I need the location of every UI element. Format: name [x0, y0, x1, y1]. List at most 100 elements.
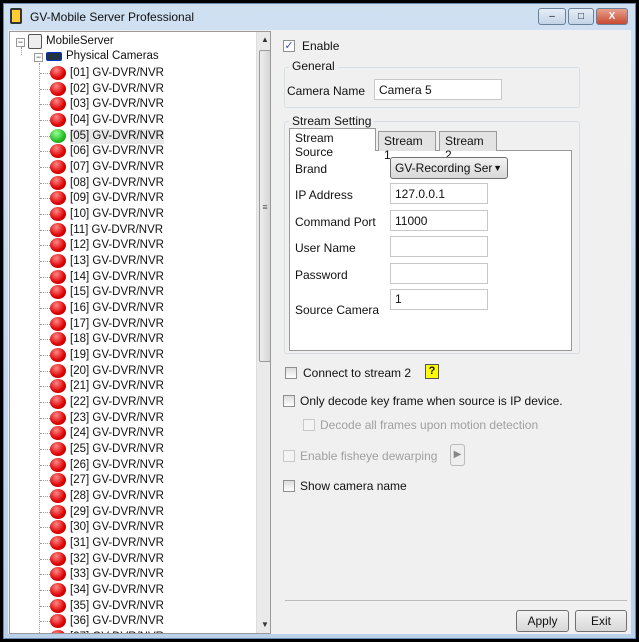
- tree-item-camera[interactable]: [03] GV-DVR/NVR: [70, 97, 164, 112]
- camera-offline-icon: [50, 254, 66, 269]
- tree-item-camera[interactable]: [06] GV-DVR/NVR: [70, 144, 164, 159]
- camera-offline-icon: [50, 379, 66, 394]
- tab-stream-1[interactable]: Stream 1: [378, 131, 436, 162]
- tree-connector: [40, 167, 50, 169]
- tree-item-camera[interactable]: [31] GV-DVR/NVR: [70, 536, 164, 551]
- tree-item-camera[interactable]: [10] GV-DVR/NVR: [70, 207, 164, 222]
- port-input[interactable]: 11000: [390, 210, 488, 231]
- tree-item-camera[interactable]: [29] GV-DVR/NVR: [70, 505, 164, 520]
- tree-item-camera[interactable]: [22] GV-DVR/NVR: [70, 395, 164, 410]
- close-button[interactable]: X: [596, 8, 628, 25]
- help-icon[interactable]: ?: [425, 364, 439, 379]
- tree-connector: [40, 527, 50, 529]
- tree-item-camera[interactable]: [26] GV-DVR/NVR: [70, 458, 164, 473]
- fisheye-checkbox[interactable]: [283, 450, 295, 462]
- tree-item-camera[interactable]: [16] GV-DVR/NVR: [70, 301, 164, 316]
- tree-connector: [40, 308, 50, 310]
- tree-item-camera[interactable]: [24] GV-DVR/NVR: [70, 426, 164, 441]
- tree-item-camera[interactable]: [25] GV-DVR/NVR: [70, 442, 164, 457]
- decode-all-checkbox[interactable]: [303, 419, 315, 431]
- tree-item-camera[interactable]: [12] GV-DVR/NVR: [70, 238, 164, 253]
- tree-item-camera[interactable]: [14] GV-DVR/NVR: [70, 270, 164, 285]
- key-frame-label: Only decode key frame when source is IP …: [300, 394, 563, 408]
- camera-tree[interactable]: − MobileServer − Physical Cameras [01] G…: [9, 31, 271, 634]
- tree-item-camera[interactable]: [36] GV-DVR/NVR: [70, 614, 164, 629]
- source-camera-input[interactable]: 1: [390, 289, 488, 310]
- camera-offline-icon: [50, 598, 66, 613]
- camera-offline-icon: [50, 113, 66, 127]
- tree-item-camera[interactable]: [05] GV-DVR/NVR: [70, 128, 164, 144]
- apply-button[interactable]: Apply: [516, 610, 569, 632]
- scroll-down-icon[interactable]: ▼: [257, 617, 270, 633]
- tree-item-camera[interactable]: [37] GV-DVR/NVR: [70, 630, 164, 633]
- user-name-label: User Name: [295, 241, 356, 255]
- brand-value: GV-Recording Ser: [395, 161, 493, 175]
- tree-item-camera[interactable]: [34] GV-DVR/NVR: [70, 583, 164, 598]
- collapse-icon[interactable]: −: [34, 53, 43, 62]
- tree-item-camera[interactable]: [18] GV-DVR/NVR: [70, 332, 164, 347]
- camera-name-input[interactable]: Camera 5: [374, 79, 502, 100]
- ip-input[interactable]: 127.0.0.1: [390, 183, 488, 204]
- exit-button[interactable]: Exit: [575, 610, 627, 632]
- tree-item-camera[interactable]: [11] GV-DVR/NVR: [70, 223, 163, 238]
- tree-item-camera[interactable]: [09] GV-DVR/NVR: [70, 191, 164, 206]
- chevron-down-icon: ▼: [493, 163, 502, 173]
- tab-stream-source[interactable]: Stream Source: [289, 128, 376, 159]
- show-name-checkbox[interactable]: [283, 480, 295, 492]
- tree-item-camera[interactable]: [17] GV-DVR/NVR: [70, 317, 164, 332]
- tree-connector: [40, 464, 50, 466]
- tree-group-physical-cameras[interactable]: Physical Cameras: [66, 49, 159, 64]
- tree-scrollbar[interactable]: ▲ ≡ ▼: [256, 32, 270, 633]
- tree-item-camera[interactable]: [07] GV-DVR/NVR: [70, 160, 164, 175]
- minimize-button[interactable]: –: [538, 8, 566, 25]
- tree-connector: [40, 292, 50, 294]
- tree-item-camera[interactable]: [32] GV-DVR/NVR: [70, 552, 164, 567]
- password-input[interactable]: [390, 263, 488, 284]
- tree-item-camera[interactable]: [30] GV-DVR/NVR: [70, 520, 164, 535]
- tree-connector: [40, 590, 50, 592]
- tree-connector: [40, 574, 50, 576]
- tree-connector: [40, 511, 50, 513]
- scroll-up-icon[interactable]: ▲: [257, 32, 270, 48]
- enable-label: Enable: [302, 39, 340, 53]
- camera-offline-icon: [50, 97, 66, 112]
- tree-item-camera[interactable]: [15] GV-DVR/NVR: [70, 285, 164, 300]
- decode-all-label: Decode all frames upon motion detection: [320, 418, 539, 432]
- tree-item-camera[interactable]: [27] GV-DVR/NVR: [70, 473, 164, 488]
- camera-online-icon: [50, 128, 66, 143]
- tree-item-camera[interactable]: [04] GV-DVR/NVR: [70, 113, 164, 128]
- password-label: Password: [295, 268, 348, 282]
- tree-item-camera[interactable]: [23] GV-DVR/NVR: [70, 411, 164, 426]
- brand-select[interactable]: GV-Recording Ser ▼: [390, 157, 508, 179]
- tree-item-camera[interactable]: [13] GV-DVR/NVR: [70, 254, 164, 269]
- tree-item-camera[interactable]: [35] GV-DVR/NVR: [70, 599, 164, 614]
- server-icon: [28, 34, 42, 49]
- tree-root[interactable]: MobileServer: [46, 34, 114, 49]
- title-bar: GV-Mobile Server Professional – □ X: [4, 4, 635, 30]
- tree-item-camera[interactable]: [08] GV-DVR/NVR: [70, 176, 164, 191]
- tab-stream-2[interactable]: Stream 2: [439, 131, 497, 162]
- tree-item-camera[interactable]: [02] GV-DVR/NVR: [70, 82, 164, 97]
- collapse-icon[interactable]: −: [16, 38, 25, 47]
- tree-connector: [40, 480, 50, 482]
- camera-offline-icon: [50, 301, 66, 316]
- tree-item-camera[interactable]: [33] GV-DVR/NVR: [70, 567, 164, 582]
- maximize-button[interactable]: □: [568, 8, 594, 25]
- key-frame-checkbox[interactable]: [283, 395, 295, 407]
- tree-item-camera[interactable]: [19] GV-DVR/NVR: [70, 348, 164, 363]
- connect-stream2-checkbox[interactable]: [285, 367, 297, 379]
- camera-offline-icon: [50, 191, 66, 206]
- fisheye-play-icon[interactable]: ▶: [450, 444, 465, 466]
- general-label: General: [289, 59, 338, 73]
- camera-offline-icon: [50, 144, 66, 159]
- enable-checkbox[interactable]: ✓: [283, 40, 295, 52]
- tree-item-camera[interactable]: [28] GV-DVR/NVR: [70, 489, 164, 504]
- connect-stream2-label: Connect to stream 2: [303, 366, 412, 380]
- user-name-input[interactable]: [390, 236, 488, 257]
- tree-connector: [40, 558, 50, 560]
- tree-item-camera[interactable]: [21] GV-DVR/NVR: [70, 379, 164, 394]
- tree-item-camera[interactable]: [20] GV-DVR/NVR: [70, 364, 164, 379]
- tree-item-camera[interactable]: [01] GV-DVR/NVR: [70, 66, 164, 81]
- tree-connector: [40, 386, 50, 388]
- scroll-thumb[interactable]: ≡: [259, 50, 270, 362]
